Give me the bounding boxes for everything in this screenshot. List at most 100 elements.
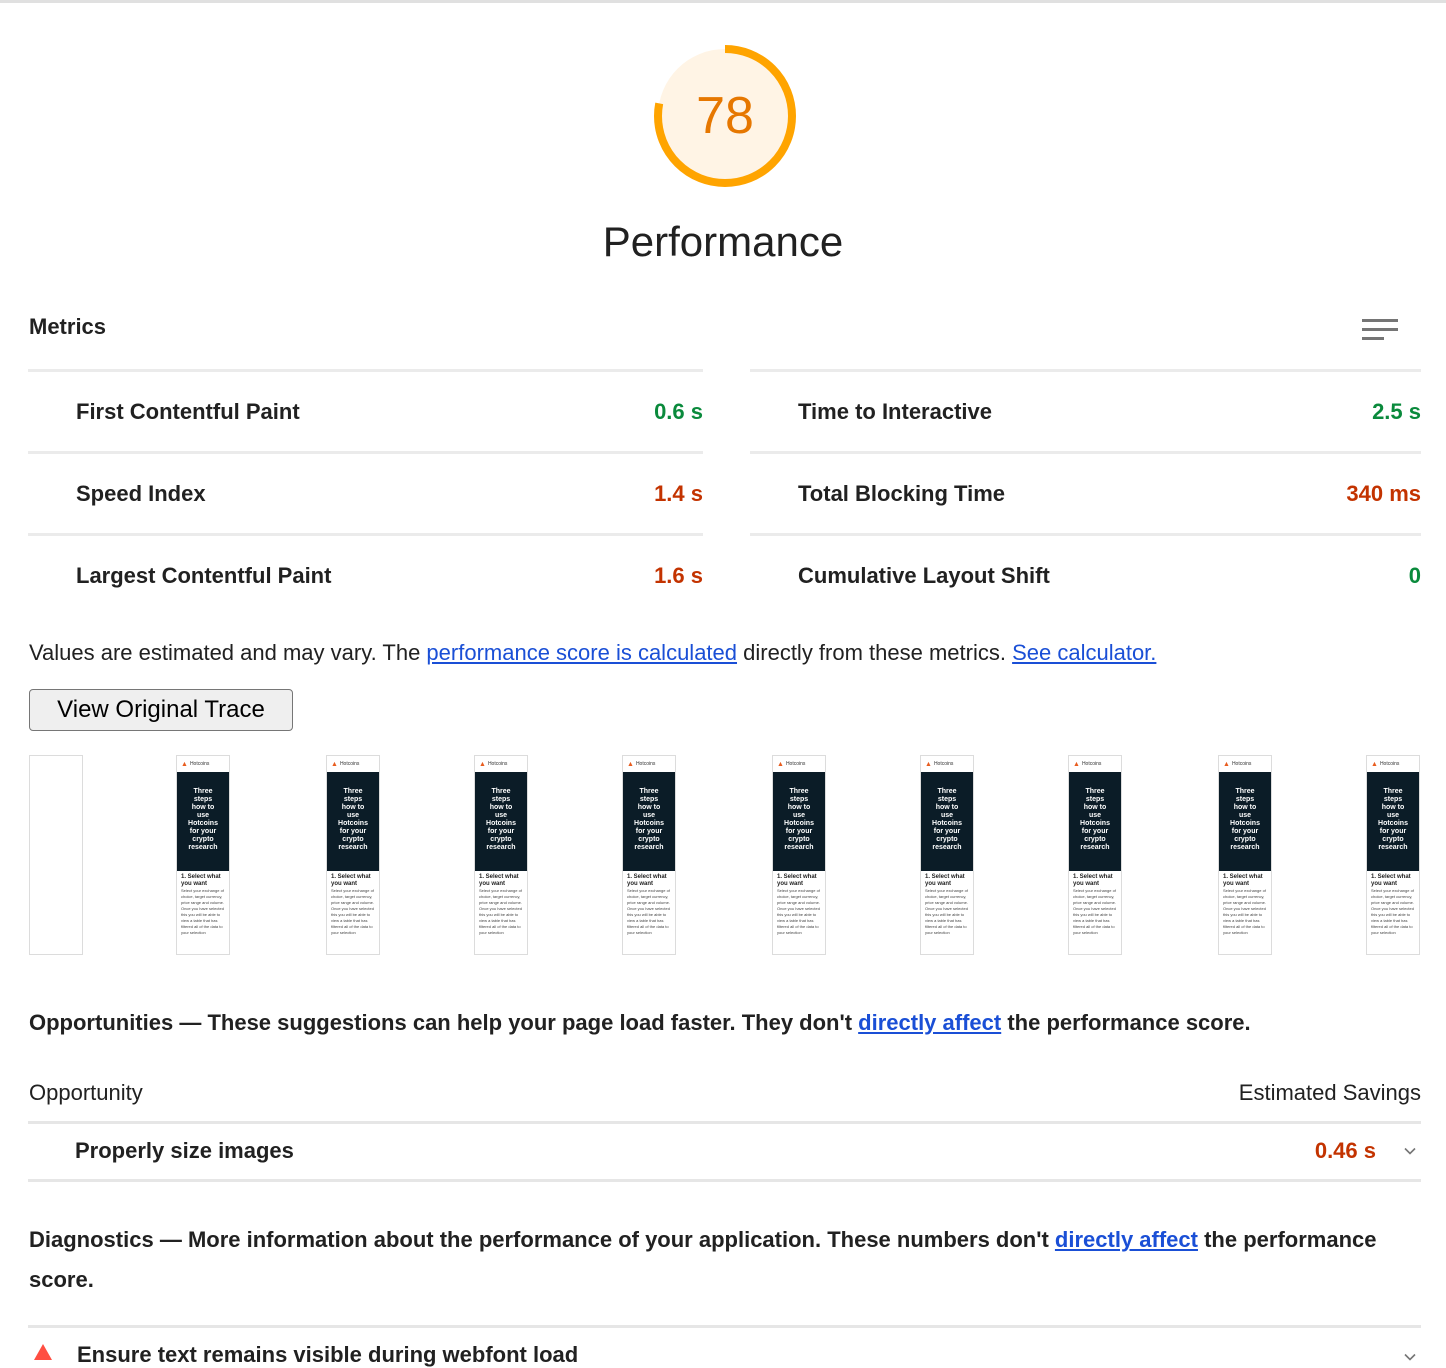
frame-body: 1. Select what you want Select your excha… (331, 874, 374, 935)
performance-score-gauge[interactable]: 78 (651, 42, 799, 190)
frame-body: 1. Select what you want Select your excha… (181, 874, 224, 935)
savings-column-label: Estimated Savings (1238, 1080, 1421, 1105)
metric-label: Speed Index (76, 480, 206, 506)
audit-properly-size-images[interactable]: Properly size images 0.46 s (28, 1124, 1421, 1180)
frame-header: ▲ Hotcoins (1367, 756, 1419, 772)
filmstrip-frame: ▲ Hotcoins Three steps how to use Hotcoins for … (176, 755, 230, 955)
frame-body: 1. Select what you want Select your excha… (777, 874, 820, 935)
section-description: These suggestions can help your page loa… (207, 1010, 859, 1035)
category-title: Performance (602, 218, 844, 265)
metric-label: Time to Interactive (798, 398, 992, 424)
frame-brand: Hotcoins (635, 761, 656, 767)
section-dash: — (173, 1010, 208, 1035)
section-title: Diagnostics (29, 1227, 154, 1252)
filmstrip-frame (29, 755, 83, 955)
frame-header: ▲ Hotcoins (177, 756, 229, 772)
frame-header: ▲ Hotcoins (1069, 756, 1121, 772)
frame-body: 1. Select what you want Select your excha… (925, 874, 968, 935)
metric-value: 2.5 s (1372, 398, 1421, 424)
metric-label: First Contentful Paint (76, 398, 300, 424)
filmstrip-frame: ▲ Hotcoins Three steps how to use Hotcoins for … (622, 755, 676, 955)
frame-brand: Hotcoins (1379, 761, 1400, 767)
filmstrip-frame: ▲ Hotcoins Three steps how to use Hotcoins for … (1218, 755, 1272, 955)
flame-logo-icon: ▲ (331, 760, 338, 768)
metrics-header: Metrics (29, 314, 107, 339)
top-divider (0, 0, 1446, 3)
frame-hero: Three steps how to use Hotcoins for your crypt… (177, 772, 229, 871)
frame-body: 1. Select what you want Select your excha… (479, 874, 522, 935)
filmstrip-frame: ▲ Hotcoins Three steps how to use Hotcoins for … (474, 755, 528, 955)
see-calculator-link[interactable]: See calculator. (1012, 640, 1156, 665)
audit-title: Properly size images (75, 1138, 294, 1163)
filmstrip-frame: ▲ Hotcoins Three steps how to use Hotcoins for … (1068, 755, 1122, 955)
opportunity-column-label: Opportunity (29, 1080, 143, 1105)
score-value: 78 (696, 87, 754, 145)
frame-hero: Three steps how to use Hotcoins for your crypt… (1219, 772, 1271, 871)
frame-hero: Three steps how to use Hotcoins for your crypt… (1367, 772, 1419, 871)
view-original-trace-button[interactable]: View Original Trace (29, 689, 293, 731)
frame-header: ▲ Hotcoins (1219, 756, 1271, 772)
frame-hero: Three steps how to use Hotcoins for your crypt… (921, 772, 973, 871)
flame-logo-icon: ▲ (1223, 760, 1230, 768)
metric-label: Largest Contentful Paint (76, 562, 332, 588)
frame-body: 1. Select what you want Select your excha… (627, 874, 670, 935)
note-text: Values are estimated and may vary. The (29, 640, 427, 665)
list-view-icon[interactable] (1362, 316, 1400, 342)
frame-hero: Three steps how to use Hotcoins for your crypt… (327, 772, 379, 871)
metric-label: Cumulative Layout Shift (798, 562, 1050, 588)
frame-brand: Hotcoins (785, 761, 806, 767)
frame-body: 1. Select what you want Select your excha… (1371, 874, 1414, 935)
flame-logo-icon: ▲ (777, 760, 784, 768)
section-description: the performance score. (1001, 1010, 1251, 1035)
frame-header: ▲ Hotcoins (327, 756, 379, 772)
metric-label: Total Blocking Time (798, 480, 1005, 506)
note-text: directly from these metrics. (737, 640, 1013, 665)
frame-header: ▲ Hotcoins (623, 756, 675, 772)
opportunities-header: Opportunities — These suggestions can he… (29, 1003, 1251, 1043)
section-description: More information about the performance o… (187, 1227, 1055, 1252)
section-dash: — (153, 1227, 188, 1252)
flame-logo-icon: ▲ (479, 760, 486, 768)
filmstrip-frame: ▲ Hotcoins Three steps how to use Hotcoins for … (772, 755, 826, 955)
directly-affect-link[interactable]: directly affect (1055, 1227, 1198, 1252)
audit-savings: 0.46 s (1314, 1138, 1376, 1163)
metric-total-blocking-time: Total Blocking Time 340 ms (750, 451, 1421, 533)
metric-value: 1.6 s (654, 562, 703, 588)
frame-brand: Hotcoins (189, 761, 210, 767)
flame-logo-icon: ▲ (1371, 760, 1378, 768)
chevron-down-icon[interactable] (1403, 1144, 1417, 1158)
score-calculated-link[interactable]: performance score is calculated (426, 640, 737, 665)
metrics-note: Values are estimated and may vary. The p… (29, 640, 1156, 666)
frame-header: ▲ Hotcoins (475, 756, 527, 772)
frame-header: ▲ Hotcoins (921, 756, 973, 772)
metric-value: 0 (1408, 562, 1421, 588)
chevron-down-icon[interactable] (1403, 1350, 1417, 1364)
metric-first-contentful-paint: First Contentful Paint 0.6 s (28, 369, 703, 451)
filmstrip-frame: ▲ Hotcoins Three steps how to use Hotcoins for … (920, 755, 974, 955)
filmstrip: ▲ Hotcoins Three steps how to use Hotcoins for … (0, 755, 1446, 955)
audit-title: Ensure text remains visible during webfo… (77, 1342, 579, 1367)
frame-body: 1. Select what you want Select your excha… (1223, 874, 1266, 935)
flame-logo-icon: ▲ (925, 760, 932, 768)
metric-value: 0.6 s (654, 398, 703, 424)
frame-brand: Hotcoins (933, 761, 954, 767)
metric-speed-index: Speed Index 1.4 s (28, 451, 703, 533)
filmstrip-frame: ▲ Hotcoins Three steps how to use Hotcoins for … (326, 755, 380, 955)
frame-brand: Hotcoins (339, 761, 360, 767)
divider (28, 1179, 1421, 1182)
diagnostics-header: Diagnostics — More information about the… (29, 1220, 1419, 1300)
frame-brand: Hotcoins (487, 761, 508, 767)
warning-triangle-icon (34, 1344, 52, 1360)
flame-logo-icon: ▲ (1073, 760, 1080, 768)
metric-value: 1.4 s (654, 480, 703, 506)
frame-hero: Three steps how to use Hotcoins for your crypt… (773, 772, 825, 871)
metric-cumulative-layout-shift: Cumulative Layout Shift 0 (750, 533, 1421, 615)
frame-header: ▲ Hotcoins (773, 756, 825, 772)
frame-brand: Hotcoins (1081, 761, 1102, 767)
frame-body: 1. Select what you want Select your excha… (1073, 874, 1116, 935)
directly-affect-link[interactable]: directly affect (858, 1010, 1001, 1035)
opportunity-table-header: Opportunity Estimated Savings (29, 1080, 1421, 1122)
audit-font-display[interactable]: Ensure text remains visible during webfo… (28, 1328, 1421, 1368)
frame-hero: Three steps how to use Hotcoins for your crypt… (475, 772, 527, 871)
frame-hero: Three steps how to use Hotcoins for your crypt… (1069, 772, 1121, 871)
